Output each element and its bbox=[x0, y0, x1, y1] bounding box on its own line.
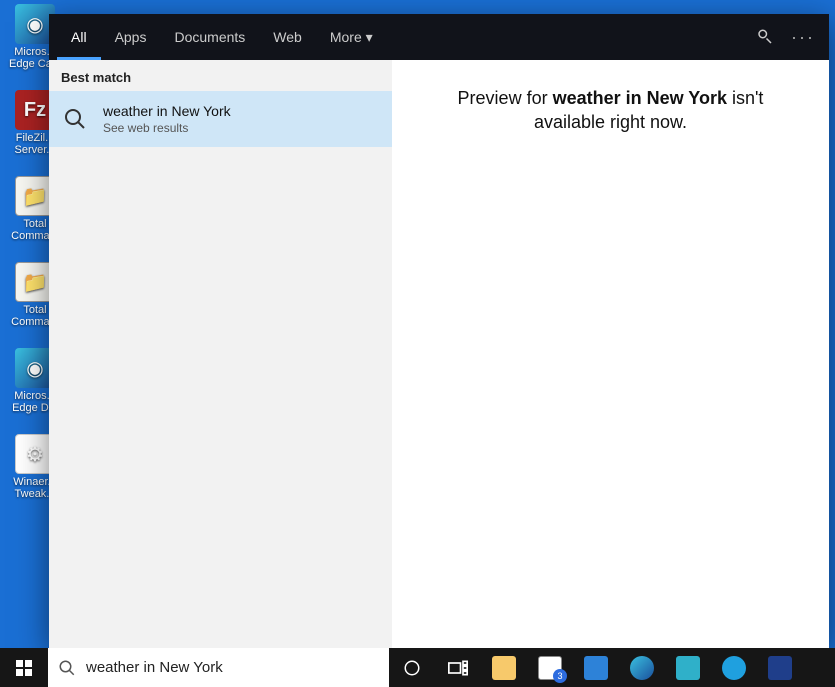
file-explorer-icon bbox=[492, 656, 516, 680]
taskbar-app-mail[interactable] bbox=[573, 648, 619, 687]
search-icon bbox=[61, 105, 89, 133]
powershell-icon bbox=[768, 656, 792, 680]
task-view-icon bbox=[448, 660, 468, 676]
taskbar: 3 bbox=[0, 648, 835, 687]
result-item-best-match[interactable]: weather in New York See web results bbox=[49, 91, 392, 147]
search-input[interactable] bbox=[86, 659, 379, 676]
tab-more[interactable]: More ▾ bbox=[316, 14, 387, 60]
more-options-icon[interactable]: ··· bbox=[793, 27, 813, 47]
preview-prefix: Preview for bbox=[458, 88, 553, 108]
preview-message: Preview for weather in New York isn't av… bbox=[392, 86, 829, 135]
windows-icon bbox=[16, 660, 32, 676]
badge-count: 3 bbox=[553, 669, 567, 683]
taskbar-search-box[interactable] bbox=[48, 648, 389, 687]
result-title: weather in New York bbox=[103, 103, 231, 119]
rewards-icon[interactable] bbox=[755, 27, 775, 47]
tab-apps[interactable]: Apps bbox=[101, 14, 161, 60]
preview-pane: Preview for weather in New York isn't av… bbox=[392, 60, 829, 648]
mail-icon bbox=[584, 656, 608, 680]
taskbar-app-store[interactable]: 3 bbox=[527, 648, 573, 687]
taskbar-app-movies[interactable] bbox=[665, 648, 711, 687]
search-flyout: All Apps Documents Web More ▾ ··· Best m… bbox=[49, 14, 829, 648]
preview-query: weather in New York bbox=[553, 88, 727, 108]
tab-documents[interactable]: Documents bbox=[160, 14, 259, 60]
cortana-icon bbox=[403, 659, 421, 677]
start-button[interactable] bbox=[0, 648, 48, 687]
taskbar-app-edge[interactable] bbox=[619, 648, 665, 687]
skype-icon bbox=[722, 656, 746, 680]
tab-web[interactable]: Web bbox=[259, 14, 316, 60]
tab-all[interactable]: All bbox=[57, 14, 101, 60]
section-header-best-match: Best match bbox=[49, 60, 392, 91]
result-subtitle: See web results bbox=[103, 121, 231, 135]
taskbar-app-explorer[interactable] bbox=[481, 648, 527, 687]
search-tabs: All Apps Documents Web More ▾ ··· bbox=[49, 14, 829, 60]
task-view-button[interactable] bbox=[435, 648, 481, 687]
results-list: Best match weather in New York See web r… bbox=[49, 60, 392, 648]
edge-icon bbox=[630, 656, 654, 680]
search-icon bbox=[58, 659, 76, 677]
taskbar-app-powershell[interactable] bbox=[757, 648, 803, 687]
cortana-button[interactable] bbox=[389, 648, 435, 687]
movies-icon bbox=[676, 656, 700, 680]
taskbar-app-skype[interactable] bbox=[711, 648, 757, 687]
